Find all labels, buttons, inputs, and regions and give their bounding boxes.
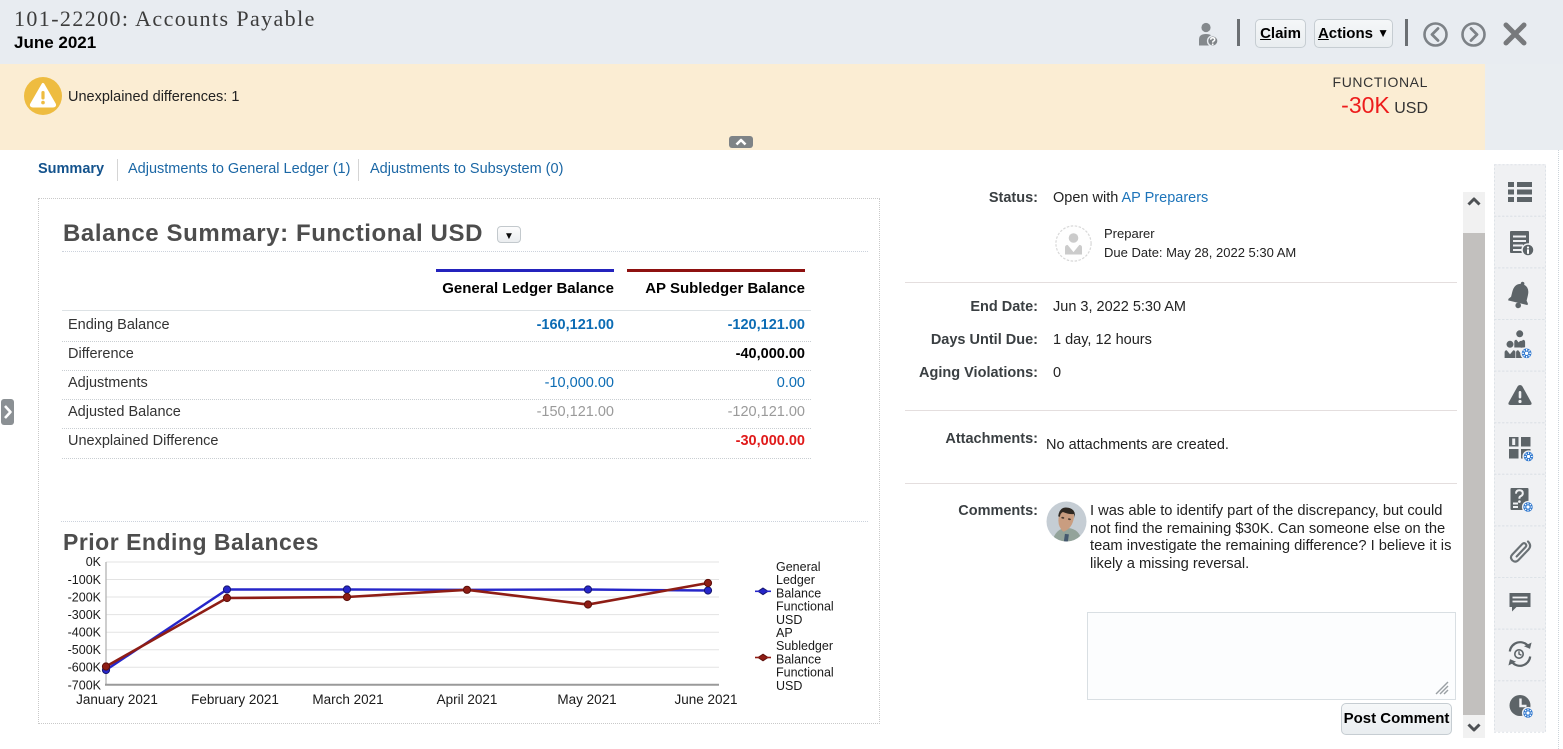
svg-text:February 2021: February 2021 [191, 692, 279, 707]
svg-text:January 2021: January 2021 [76, 692, 158, 707]
svg-text:-300K: -300K [68, 608, 102, 622]
svg-text:Balance: Balance [776, 652, 821, 666]
svg-text:-700K: -700K [68, 678, 102, 692]
svg-text:-200K: -200K [68, 591, 102, 605]
svg-text:Functional: Functional [776, 666, 834, 680]
svg-text:April 2021: April 2021 [437, 692, 498, 707]
svg-text:-100K: -100K [68, 573, 102, 587]
svg-text:May 2021: May 2021 [557, 692, 616, 707]
svg-text:USD: USD [776, 613, 802, 627]
svg-text:-400K: -400K [68, 626, 102, 640]
svg-text:-600K: -600K [68, 661, 102, 675]
svg-text:Functional: Functional [776, 600, 834, 614]
svg-text:Subledger: Subledger [776, 639, 833, 653]
svg-text:Balance: Balance [776, 586, 821, 600]
svg-text:AP: AP [776, 626, 793, 640]
svg-text:0K: 0K [86, 555, 102, 569]
svg-text:Ledger: Ledger [776, 573, 815, 587]
svg-text:General: General [776, 560, 820, 574]
svg-text:-500K: -500K [68, 643, 102, 657]
svg-text:March 2021: March 2021 [312, 692, 383, 707]
svg-text:USD: USD [776, 679, 802, 693]
svg-text:June 2021: June 2021 [674, 692, 737, 707]
